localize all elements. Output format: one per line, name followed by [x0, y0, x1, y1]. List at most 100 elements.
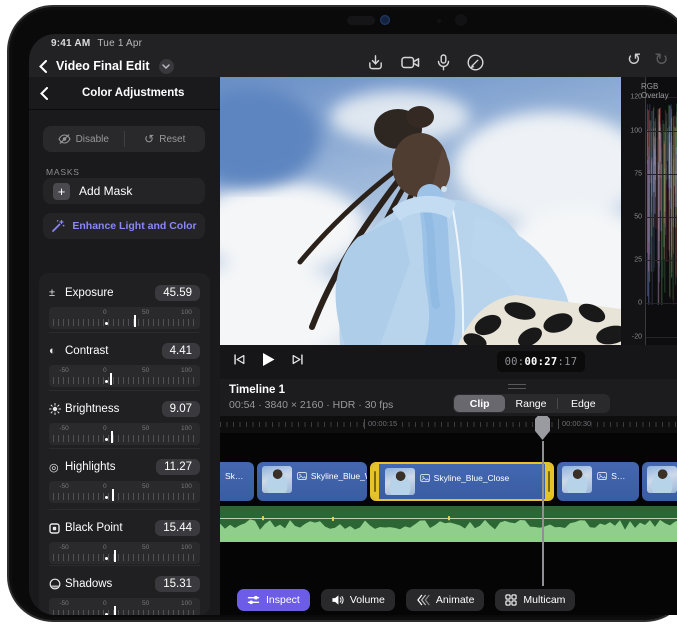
trim-handle-left[interactable]	[372, 464, 379, 499]
disable-label: Disable	[76, 134, 109, 145]
mode-range[interactable]: Range	[505, 395, 556, 412]
animate-button[interactable]: Animate	[406, 589, 485, 611]
value-marker[interactable]	[110, 373, 112, 385]
playhead-handle[interactable]	[535, 416, 550, 440]
tick-label: -50	[59, 600, 68, 607]
timeline-ruler[interactable]: 00:00:15 00:00:30	[220, 416, 677, 433]
top-bar: 9:41 AMTue 1 Apr Video Final Edit	[29, 34, 677, 77]
video-track: Sk… Skyline_Blue_Wide	[220, 462, 677, 501]
timeline-meta: 00:54 · 3840 × 2160 · HDR · 30 fps	[229, 399, 393, 411]
slider-shadows: Shadows 15.31 -50 0 50 100	[39, 570, 210, 615]
clip-selected[interactable]: Skyline_Blue_Close	[370, 462, 555, 501]
timecode-hours: 00:	[505, 356, 525, 368]
clip[interactable]: Sk…	[220, 462, 254, 501]
sensor-dot	[437, 19, 441, 23]
microphone-icon[interactable]	[437, 54, 450, 71]
slider-value[interactable]: 45.59	[155, 285, 200, 301]
tick-label: 0	[103, 483, 107, 490]
tick-label: 0	[103, 367, 107, 374]
mode-clip[interactable]: Clip	[454, 395, 505, 412]
panel-title: Color Adjustments	[82, 87, 184, 99]
inspect-button[interactable]: Inspect	[237, 589, 310, 611]
import-icon[interactable]	[367, 54, 384, 71]
playhead-line[interactable]	[542, 441, 544, 586]
image-icon	[297, 472, 307, 480]
tick-label: 0	[103, 309, 107, 316]
back-chevron-icon[interactable]	[39, 60, 47, 73]
project-title[interactable]: Video Final Edit	[56, 59, 150, 73]
tick-label: 100	[181, 367, 192, 374]
audio-track[interactable]	[220, 506, 677, 542]
add-mask-button[interactable]: + Add Mask	[43, 178, 205, 204]
slider-value[interactable]: 15.31	[155, 576, 200, 592]
slider-label: Brightness	[65, 403, 119, 415]
slider-label: Shadows	[65, 578, 112, 590]
clip[interactable]: S…	[557, 462, 639, 501]
reset-button[interactable]: ↺ Reset	[125, 126, 206, 152]
zero-dot	[105, 557, 109, 561]
slider-scale[interactable]: -50 0 50 100	[49, 365, 200, 387]
mode-edge[interactable]: Edge	[558, 395, 609, 412]
value-marker[interactable]	[114, 550, 116, 562]
slider-scale[interactable]: -50 0 50 100	[49, 542, 200, 564]
slider-label: Black Point	[65, 522, 123, 534]
clip[interactable]	[642, 462, 677, 501]
image-icon	[597, 472, 607, 480]
video-preview[interactable]	[220, 77, 621, 345]
tick-label: -50	[59, 544, 68, 551]
zero-dot	[105, 613, 109, 616]
timecode-frames: :17	[558, 356, 578, 368]
timecode-display[interactable]: 00:00:27:17	[497, 351, 585, 372]
undo-icon[interactable]: ↺	[627, 51, 641, 68]
scope-tick-label: 50	[634, 214, 642, 221]
edit-mode-segment: Clip Range Edge	[453, 394, 610, 413]
zero-dot	[105, 322, 109, 326]
scope-tick-label: 0	[638, 300, 642, 307]
value-marker[interactable]	[134, 315, 136, 327]
ruler-timestamp: 00:00:30	[558, 419, 591, 429]
masks-section-label: MASKS	[46, 167, 80, 177]
audio-waveform	[220, 506, 677, 542]
shadows-icon	[49, 578, 65, 590]
clip[interactable]: Skyline_Blue_Wide	[257, 462, 367, 501]
next-frame-icon[interactable]	[291, 353, 305, 366]
pencil-icon[interactable]	[467, 54, 484, 71]
status-bar: 9:41 AMTue 1 Apr	[51, 38, 142, 49]
tick-label: 50	[142, 425, 149, 432]
trim-handle-right[interactable]	[545, 464, 552, 499]
light-section-header: LIGHT	[29, 249, 220, 269]
previous-frame-icon[interactable]	[232, 353, 246, 366]
tick-label: -50	[59, 483, 68, 490]
disable-button[interactable]: Disable	[43, 126, 124, 152]
scope-tick-label: 100	[630, 128, 642, 135]
volume-button[interactable]: Volume	[321, 589, 395, 611]
slider-value[interactable]: 4.41	[162, 343, 200, 359]
slider-scale[interactable]: -50 0 50 100	[49, 423, 200, 445]
slider-value[interactable]: 15.44	[155, 520, 200, 536]
clip-thumbnail	[385, 468, 415, 495]
redo-icon[interactable]: ↻	[654, 51, 668, 68]
play-icon[interactable]	[262, 352, 275, 367]
tick-label: 50	[142, 600, 149, 607]
scope-plot	[645, 77, 677, 345]
slider-scale[interactable]: -50 0 50 100	[49, 481, 200, 503]
enhance-light-color-button[interactable]: Enhance Light and Color	[43, 213, 205, 239]
inspect-icon	[247, 594, 260, 606]
light-sliders-card: ± Exposure 45.59 0 50 100	[39, 273, 210, 615]
multicam-button[interactable]: Multicam	[495, 589, 575, 611]
value-marker[interactable]	[114, 606, 116, 615]
value-marker[interactable]	[112, 489, 114, 501]
slider-scale[interactable]: -50 0 50 100	[49, 598, 200, 615]
tick-label: 50	[142, 544, 149, 551]
panel-back-chevron-icon[interactable]	[40, 87, 48, 100]
slider-label: Contrast	[65, 345, 108, 357]
value-marker[interactable]	[111, 431, 113, 443]
camera-icon[interactable]	[401, 55, 420, 70]
slider-value[interactable]: 11.27	[156, 459, 200, 475]
panel-drag-handle[interactable]	[508, 384, 526, 389]
project-menu-chevron-icon[interactable]	[159, 59, 174, 74]
zero-dot	[105, 438, 109, 442]
volume-label: Volume	[350, 594, 385, 606]
slider-value[interactable]: 9.07	[162, 401, 200, 417]
slider-scale[interactable]: 0 50 100	[49, 307, 200, 329]
